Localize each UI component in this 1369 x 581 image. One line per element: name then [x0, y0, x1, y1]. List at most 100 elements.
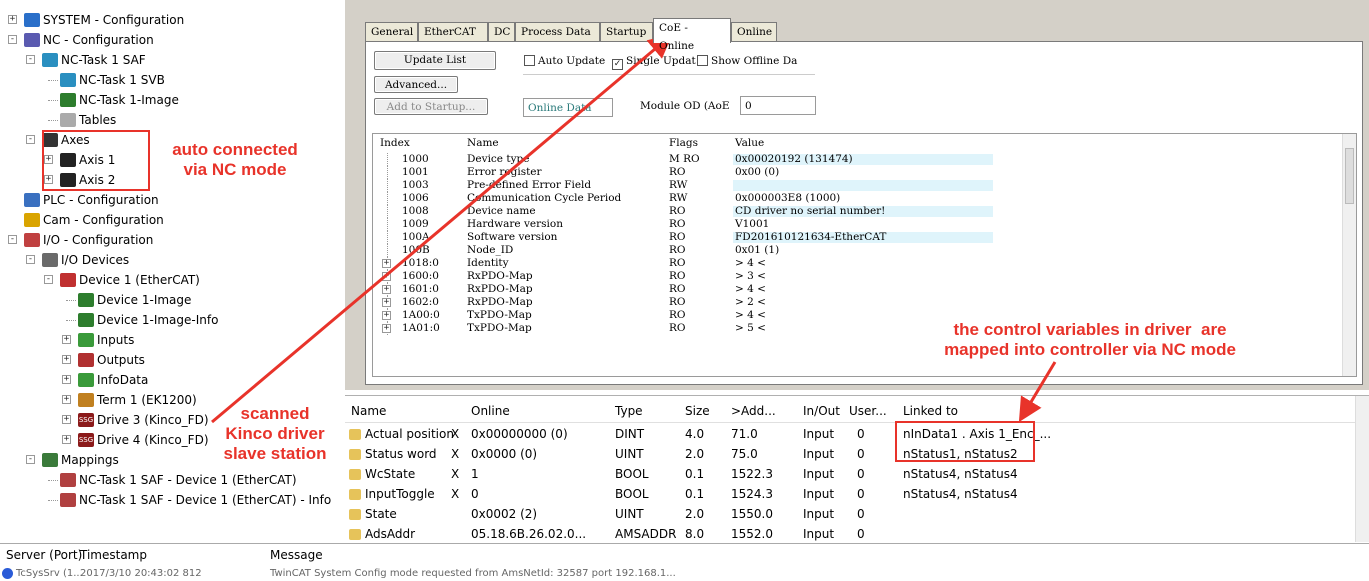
expander-icon[interactable]: -: [8, 235, 17, 244]
tree-item[interactable]: NC-Task 1 SAF - Device 1 (EtherCAT) - In…: [0, 490, 340, 510]
coe-row[interactable]: 100A Software version RO FD201610121634-Eth…: [373, 231, 1343, 244]
tree-item[interactable]: - NC - Configuration: [0, 30, 340, 50]
expander-icon[interactable]: -: [26, 455, 35, 464]
column-header[interactable]: Size: [685, 400, 710, 422]
tree-item[interactable]: PLC - Configuration: [0, 190, 340, 210]
tree-item[interactable]: - Device 1 (EtherCAT): [0, 270, 340, 290]
tree-connector: [48, 80, 58, 81]
coe-header-name[interactable]: Name: [467, 134, 499, 152]
coe-row[interactable]: 1008 Device name RO CD driver no serial num…: [373, 205, 1343, 218]
tree-item[interactable]: Tables: [0, 110, 340, 130]
coe-header-value[interactable]: Value: [735, 134, 764, 152]
coe-row[interactable]: 1000 Device type M RO 0x00020192 (131474): [373, 153, 1343, 166]
status-column-header[interactable]: Server (Port): [6, 545, 82, 565]
expander-icon[interactable]: -: [26, 55, 35, 64]
tree-item[interactable]: Device 1-Image-Info: [0, 310, 340, 330]
expander-icon[interactable]: +: [382, 311, 391, 320]
tree-item[interactable]: + InfoData: [0, 370, 340, 390]
column-header[interactable]: >Add...: [731, 400, 776, 422]
module-od-field[interactable]: 0: [740, 96, 816, 115]
expander-icon[interactable]: +: [8, 15, 17, 24]
column-header[interactable]: Name: [351, 400, 386, 422]
expander-icon[interactable]: +: [382, 298, 391, 307]
tree-item[interactable]: NC-Task 1 SAF - Device 1 (EtherCAT): [0, 470, 340, 490]
coe-row[interactable]: 1001 Error register RO 0x00 (0): [373, 166, 1343, 179]
tree-item[interactable]: - I/O - Configuration: [0, 230, 340, 250]
expander-icon[interactable]: +: [62, 395, 71, 404]
coe-flags: RO: [669, 322, 686, 334]
expander-icon[interactable]: -: [26, 255, 35, 264]
update-list-button[interactable]: Update List: [374, 51, 496, 70]
vertical-scrollbar[interactable]: [1342, 134, 1356, 376]
coe-row[interactable]: +1600:0 RxPDO-Map RO > 3 <: [373, 270, 1343, 283]
advanced-button[interactable]: Advanced...: [374, 76, 458, 93]
auto-update-checkbox[interactable]: Auto Update: [524, 54, 605, 68]
column-header[interactable]: In/Out: [803, 400, 840, 422]
coe-row[interactable]: 1003 Pre-defined Error Field RW: [373, 179, 1343, 192]
variable-row[interactable]: Actual position X 0x00000000 (0) DINT 4.0 71.…: [345, 424, 1355, 444]
variable-row[interactable]: InputToggle X 0 BOOL 0.1 1524.3 Input 0 nStatus4…: [345, 484, 1355, 504]
expander-icon[interactable]: +: [62, 435, 71, 444]
tree-item[interactable]: Cam - Configuration: [0, 210, 340, 230]
tab-general[interactable]: General: [365, 22, 418, 42]
tab-online[interactable]: Online: [731, 22, 777, 42]
variable-row[interactable]: State 0x0002 (2) UINT 2.0 1550.0 Input 0: [345, 504, 1355, 524]
tree-item[interactable]: NC-Task 1-Image: [0, 90, 340, 110]
var-online: 05.18.6B.26.02.0...: [471, 527, 587, 541]
coe-row[interactable]: 1006 Communication Cycle Period RW 0x000003…: [373, 192, 1343, 205]
variable-row[interactable]: AdsAddr 05.18.6B.26.02.0... AMSADDR 8.0 1552…: [345, 524, 1355, 544]
tab-dc[interactable]: DC: [488, 22, 515, 42]
column-header[interactable]: Type: [615, 400, 643, 422]
expander-icon[interactable]: -: [26, 135, 35, 144]
mapping-icon: [60, 493, 76, 507]
expander-icon[interactable]: +: [62, 355, 71, 364]
coe-header-flags[interactable]: Flags: [669, 134, 698, 152]
expander-icon[interactable]: -: [8, 35, 17, 44]
tree-item[interactable]: - I/O Devices: [0, 250, 340, 270]
expander-icon[interactable]: +: [382, 324, 391, 333]
vertical-scrollbar[interactable]: [1355, 396, 1369, 542]
coe-row[interactable]: 100B Node_ID RO 0x01 (1): [373, 244, 1343, 257]
status-column-header[interactable]: Message: [270, 545, 323, 565]
expander-icon[interactable]: +: [62, 415, 71, 424]
coe-row[interactable]: +1018:0 Identity RO > 4 <: [373, 257, 1343, 270]
status-column-header[interactable]: Timestamp: [80, 545, 147, 565]
var-name: WcState: [365, 467, 416, 481]
column-header[interactable]: User...: [849, 400, 887, 422]
tree-item[interactable]: + SYSTEM - Configuration: [0, 10, 340, 30]
coe-name: Communication Cycle Period: [467, 192, 622, 204]
tree-item[interactable]: Device 1-Image: [0, 290, 340, 310]
tree-item[interactable]: + Outputs: [0, 350, 340, 370]
expander-icon[interactable]: +: [382, 259, 391, 268]
tab-startup[interactable]: Startup: [600, 22, 653, 42]
expander-icon[interactable]: +: [382, 272, 391, 281]
tab-coe-online[interactable]: CoE - Online: [653, 18, 731, 52]
coe-row[interactable]: +1601:0 RxPDO-Map RO > 4 <: [373, 283, 1343, 296]
expander-icon[interactable]: -: [44, 275, 53, 284]
column-header[interactable]: Online: [471, 400, 510, 422]
expander-icon[interactable]: +: [382, 285, 391, 294]
tab-ethercat[interactable]: EtherCAT: [418, 22, 488, 42]
variable-row[interactable]: Status word X 0x0000 (0) UINT 2.0 75.0 Input 0 n…: [345, 444, 1355, 464]
variable-row[interactable]: WcState X 1 BOOL 0.1 1522.3 Input 0 nStatus4, nS…: [345, 464, 1355, 484]
axes-highlight-box: [42, 130, 150, 191]
scrollbar-thumb[interactable]: [1345, 148, 1354, 204]
tree-connector: [387, 166, 388, 179]
coe-flags: RO: [669, 283, 686, 295]
single-update-checkbox[interactable]: ✓ Single Updat: [612, 54, 696, 70]
tab-process-data[interactable]: Process Data: [515, 22, 600, 42]
add-to-startup-button[interactable]: Add to Startup...: [374, 98, 488, 115]
coe-header-index[interactable]: Index: [380, 134, 410, 152]
auto-update-label: Auto Update: [538, 55, 606, 67]
show-offline-checkbox[interactable]: Show Offline Da: [697, 54, 797, 68]
tree-item[interactable]: NC-Task 1 SVB: [0, 70, 340, 90]
column-header[interactable]: Linked to: [903, 400, 958, 422]
tree-connector: [387, 231, 388, 244]
coe-row[interactable]: +1602:0 RxPDO-Map RO > 2 <: [373, 296, 1343, 309]
tree-item[interactable]: + Inputs: [0, 330, 340, 350]
status-row[interactable]: TcSysSrv (1... 2017/3/10 20:43:02 812 Twin…: [0, 566, 1369, 581]
coe-row[interactable]: 1009 Hardware version RO V1001: [373, 218, 1343, 231]
expander-icon[interactable]: +: [62, 375, 71, 384]
tree-item[interactable]: - NC-Task 1 SAF: [0, 50, 340, 70]
expander-icon[interactable]: +: [62, 335, 71, 344]
